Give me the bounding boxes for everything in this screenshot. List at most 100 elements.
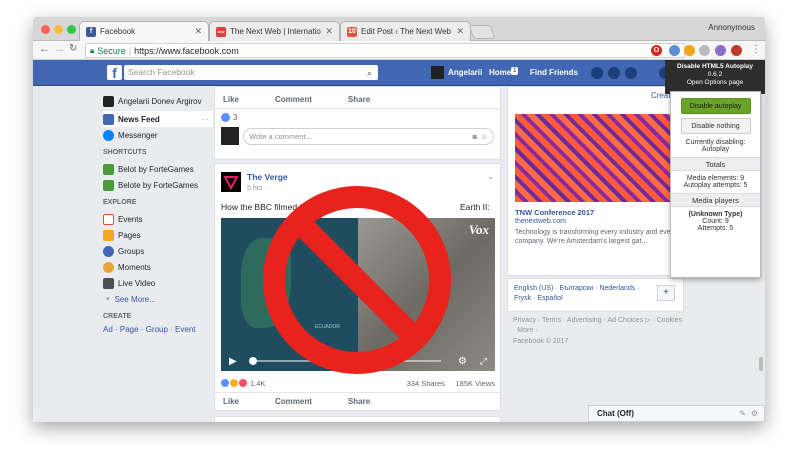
cloud-extension-icon[interactable] [699, 45, 710, 56]
settings-extension-icon[interactable] [715, 45, 726, 56]
feed-post-next [214, 416, 501, 422]
page-scrollbar[interactable] [759, 357, 763, 371]
messenger-icon [103, 129, 114, 141]
reactions-row[interactable]: 3 [215, 109, 500, 125]
see-more-link[interactable]: ▾ See More... [103, 291, 213, 307]
sidebar-item-groups[interactable]: Groups [103, 243, 213, 259]
close-window-button[interactable] [41, 25, 50, 34]
facebook-search-input[interactable]: Search Facebook ⌕ [124, 65, 378, 80]
maximize-window-button[interactable] [67, 25, 76, 34]
sidebar-item-live-video[interactable]: Live Video [103, 275, 213, 291]
video-scrubber-handle[interactable] [249, 357, 257, 365]
like-button[interactable]: Like [223, 95, 239, 104]
like-reaction-icon [221, 379, 229, 387]
ad-image[interactable] [515, 114, 680, 202]
close-tab-icon[interactable]: ✕ [456, 26, 464, 37]
sidebar-item-events[interactable]: Events [103, 211, 213, 227]
explore-heading: EXPLORE [103, 199, 137, 206]
currently-disabling-label: Currently disabling: [685, 139, 746, 146]
user-name-link[interactable]: Angelarii [448, 68, 482, 77]
extension-icon[interactable] [669, 45, 680, 56]
sidebar-item-moments[interactable]: Moments [103, 259, 213, 275]
autoplay-extension-popup: Disable autoplay Disable nothing Current… [670, 91, 761, 278]
post-stats: 1.4K 334 Shares 185K Views [221, 376, 495, 390]
footer-links[interactable]: Privacy · Terms · Advertising · Ad Choic… [513, 316, 683, 336]
friend-requests-icon[interactable] [591, 67, 603, 79]
the-verge-logo[interactable] [221, 172, 241, 192]
chat-bar[interactable]: Chat (Off) ✎ ⚙ [588, 405, 765, 422]
notifications-icon[interactable] [625, 67, 637, 79]
ad-title[interactable]: TNW Conference 2017 [515, 208, 594, 217]
minimize-window-button[interactable] [54, 25, 63, 34]
sidebar-item-news-feed[interactable]: News Feed ··· [103, 111, 213, 127]
tab-edit-post[interactable]: 10 Edit Post ‹ The Next Web — W ✕ [340, 21, 471, 41]
reactions-total[interactable]: 1.4K [250, 379, 265, 388]
more-options-icon[interactable]: ··· [201, 115, 209, 124]
sidebar-item-pages[interactable]: Pages [103, 227, 213, 243]
language-links[interactable]: English (US) · Български · Nederlands · … [514, 284, 646, 304]
messages-icon[interactable] [608, 67, 620, 79]
facebook-header: f Search Facebook ⌕ Angelarii Home 1 Fin… [33, 60, 765, 86]
close-tab-icon[interactable]: ✕ [325, 26, 333, 37]
create-links[interactable]: Ad · Page · Group · Event [103, 325, 213, 334]
close-tab-icon[interactable]: ✕ [194, 26, 202, 37]
back-arrow-icon[interactable]: ← [39, 43, 50, 55]
shortcuts-heading: SHORTCUTS [103, 149, 147, 156]
profile-link[interactable]: Angelarii Donev Argirov [103, 93, 213, 109]
avatar[interactable] [431, 66, 444, 79]
menu-dots-icon[interactable]: ⋮ [751, 44, 761, 55]
find-friends-link[interactable]: Find Friends [530, 68, 578, 77]
disable-autoplay-button[interactable]: Disable autoplay [680, 98, 751, 114]
ad-description: Technology is transforming every industr… [515, 229, 673, 245]
comment-button[interactable]: Comment [275, 397, 312, 406]
views-count: 185K Views [455, 378, 495, 388]
sticker-icon[interactable]: ☺ [480, 129, 488, 144]
camera-icon[interactable]: ◙ [472, 129, 477, 144]
play-icon[interactable]: ▶ [229, 356, 237, 367]
gear-icon[interactable]: ⚙ [751, 406, 758, 421]
sidebar-item-label: News Feed [118, 114, 160, 124]
post-page-name[interactable]: The Verge [247, 172, 288, 182]
search-icon[interactable]: ⌕ [367, 66, 372, 81]
home-link[interactable]: Home [489, 68, 511, 77]
ad-domain[interactable]: thenextweb.com [515, 218, 566, 225]
totals-heading: Totals [671, 157, 760, 171]
like-button[interactable]: Like [223, 397, 239, 406]
share-button[interactable]: Share [348, 397, 370, 406]
tab-facebook[interactable]: f Facebook ✕ [79, 21, 209, 41]
autoplay-attempts-count: Autoplay attempts: 5 [683, 182, 748, 189]
comment-button[interactable]: Comment [275, 95, 312, 104]
forward-arrow-icon[interactable]: → [54, 43, 65, 55]
autoplay-extension-icon[interactable] [731, 45, 742, 56]
address-bar[interactable]: 🔒︎ Secure | https://www.facebook.com ☆ [85, 43, 685, 58]
comment-input[interactable]: Write a comment... ◙ ☺ [243, 127, 494, 145]
sidebar-item-belote[interactable]: Belote by ForteGames [103, 177, 213, 193]
sidebar-item-messenger[interactable]: Messenger [103, 127, 213, 143]
chevron-down-icon[interactable]: ⌄ [487, 172, 494, 181]
player-attempts: Attempts: 5 [697, 225, 734, 232]
add-language-button[interactable]: + [657, 285, 675, 301]
currently-disabling-value: Autoplay [701, 146, 730, 153]
reload-icon[interactable]: ↻ [69, 43, 77, 54]
extension-icon[interactable] [684, 45, 695, 56]
comment-placeholder: Write a comment... [249, 131, 312, 141]
post-text-end: Earth II: [460, 202, 490, 212]
opera-extension-icon[interactable]: O [651, 45, 662, 56]
facebook-logo[interactable]: f [107, 65, 122, 81]
tooltip-options[interactable]: Open Options page [665, 79, 765, 87]
fullscreen-icon[interactable]: ⤢ [480, 356, 487, 367]
url-text: https://www.facebook.com [134, 45, 239, 56]
sidebar-item-belot[interactable]: Belot by ForteGames [103, 161, 213, 177]
compose-icon[interactable]: ✎ [739, 406, 746, 421]
new-tab-button[interactable] [468, 25, 496, 39]
disable-nothing-button[interactable]: Disable nothing [680, 118, 751, 134]
sponsored-ad: Create TNW Conference 2017 thenextweb.co… [507, 86, 684, 276]
tooltip-version: 0.6.2 [707, 71, 723, 78]
tab-tnw[interactable]: tnw The Next Web | International t ✕ [209, 21, 340, 41]
media-elements-count: Media elements: 9 [686, 175, 745, 182]
shares-count[interactable]: 334 Shares [407, 379, 445, 388]
share-button[interactable]: Share [348, 95, 370, 104]
game-icon [103, 179, 114, 191]
browser-profile[interactable]: Annonymous [708, 23, 755, 32]
settings-gear-icon[interactable]: ⚙ [458, 356, 467, 367]
